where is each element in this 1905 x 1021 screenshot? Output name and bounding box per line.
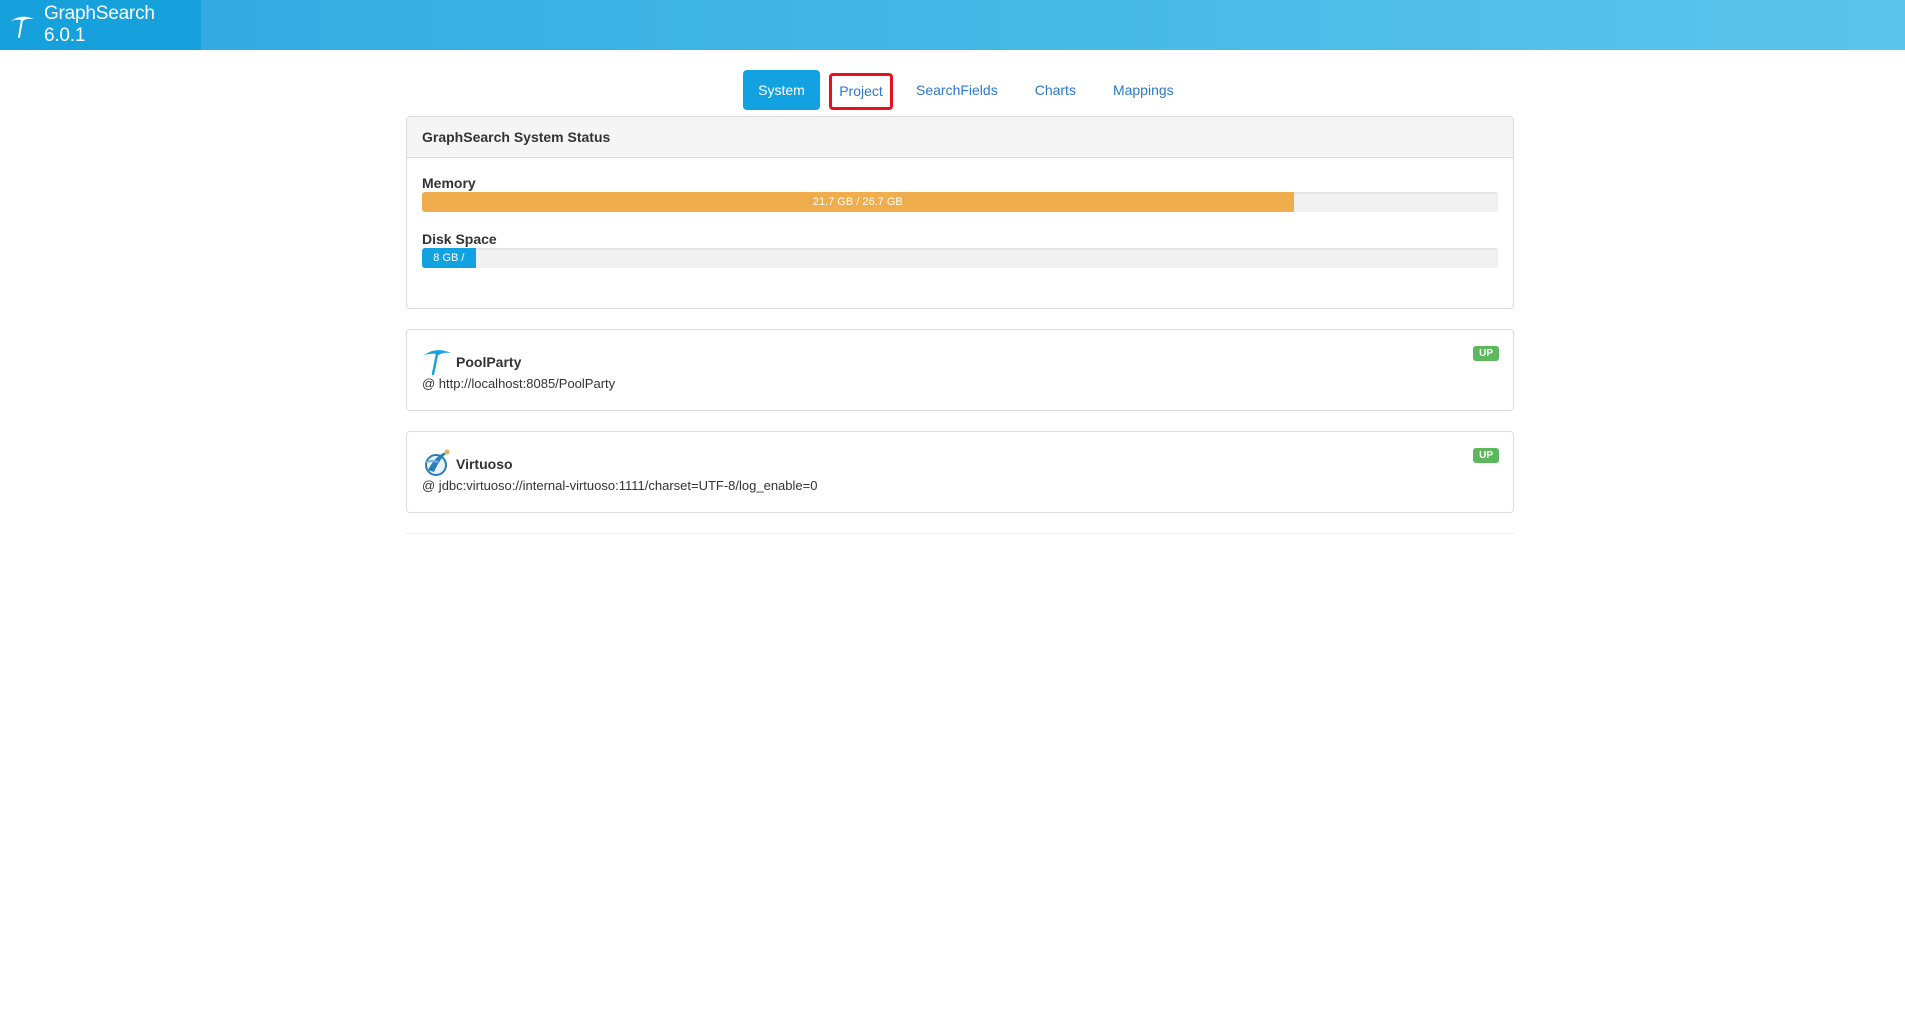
umbrella-icon [9,16,34,38]
status-badge: UP [1473,346,1499,361]
disk-progress-bar: 8 GB / [422,248,476,268]
tab-searchfields[interactable]: SearchFields [902,70,1012,110]
disk-progress: 8 GB / [422,248,1498,268]
status-badge: UP [1473,448,1499,463]
service-header: PoolParty [422,348,521,376]
divider [406,533,1514,534]
disk-space-label: Disk Space [422,231,497,247]
virtuoso-icon [425,449,450,476]
brand[interactable]: GraphSearch 6.0.1 [0,0,201,50]
service-panel-poolparty: PoolParty @ http://localhost:8085/PoolPa… [406,329,1514,411]
service-url: @ jdbc:virtuoso://internal-virtuoso:1111… [422,478,818,493]
panel-title: GraphSearch System Status [407,117,1513,158]
memory-progress: 21.7 GB / 26.7 GB [422,192,1498,212]
main-tabs: System Project SearchFields Charts Mappi… [743,70,1197,110]
service-header: Virtuoso [422,449,513,478]
memory-progress-bar: 21.7 GB / 26.7 GB [422,192,1294,212]
tab-project[interactable]: Project [829,72,893,110]
system-status-panel: GraphSearch System Status Memory 21.7 GB… [406,116,1514,309]
service-name: PoolParty [456,354,522,370]
service-panel-virtuoso: Virtuoso @ jdbc:virtuoso://internal-virt… [406,431,1514,513]
panel-body: Memory 21.7 GB / 26.7 GB Disk Space 8 GB… [407,158,1513,268]
service-name: Virtuoso [456,456,513,472]
memory-label: Memory [422,175,476,191]
umbrella-icon [423,350,451,376]
tab-mappings[interactable]: Mappings [1099,70,1188,110]
app-title: GraphSearch 6.0.1 [43,3,155,46]
tab-system[interactable]: System [743,70,820,110]
service-url: @ http://localhost:8085/PoolParty [422,376,616,391]
top-navbar: GraphSearch 6.0.1 [0,0,1905,50]
tab-charts[interactable]: Charts [1021,70,1090,110]
